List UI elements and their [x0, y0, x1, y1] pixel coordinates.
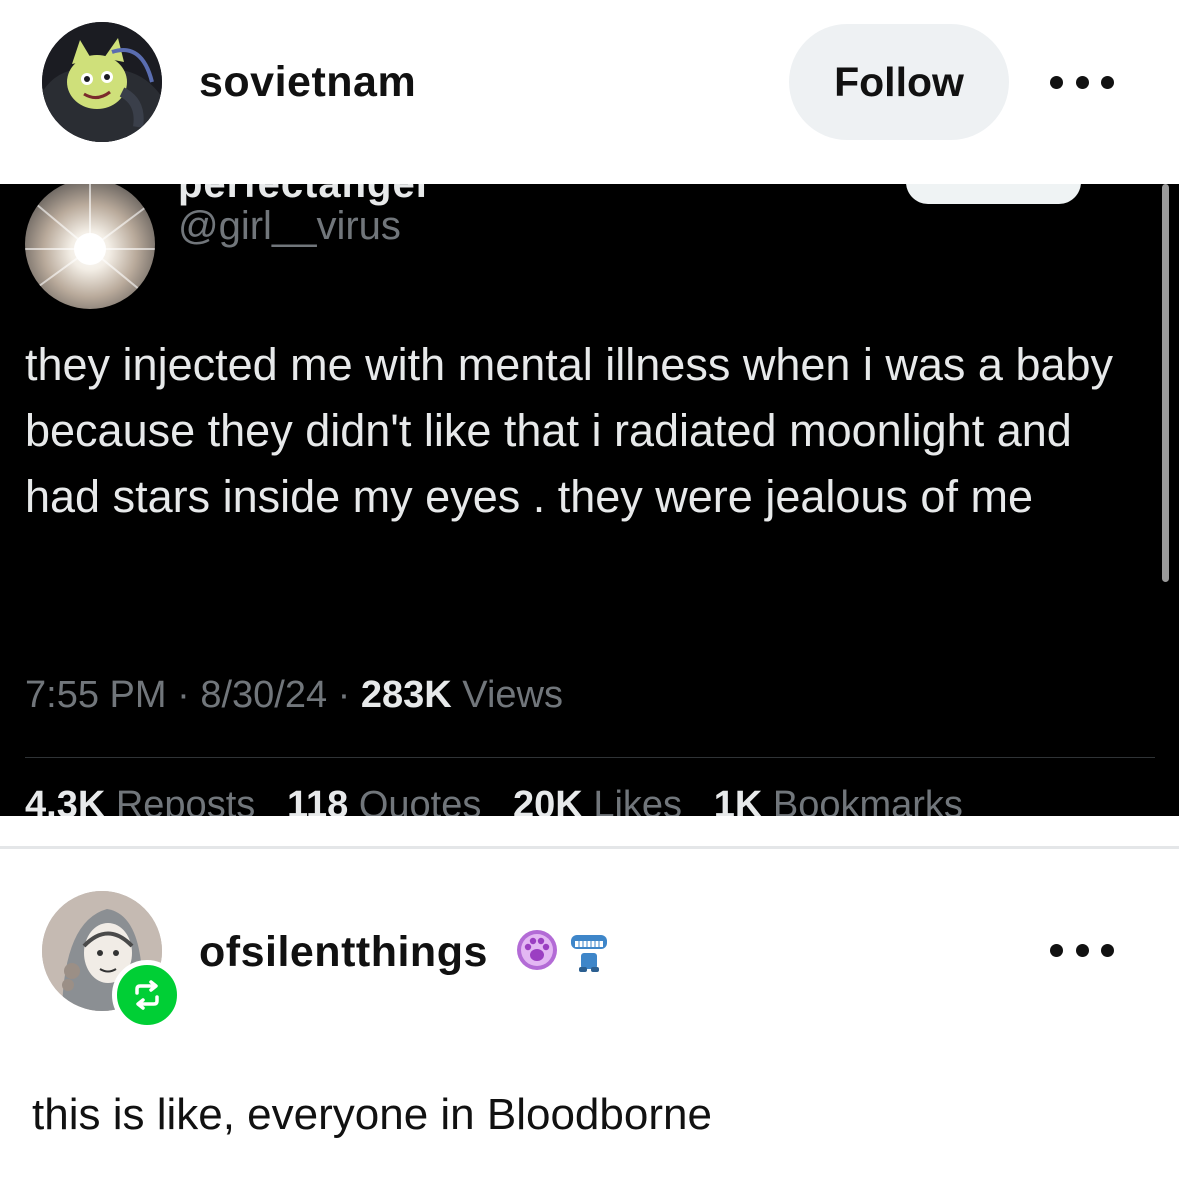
tweet-follow-pill: [906, 184, 1081, 204]
more-dots-icon: [1101, 75, 1114, 89]
tweet-handle: @girl__virus: [178, 204, 401, 248]
paw-badge-icon[interactable]: [515, 928, 559, 972]
avatar[interactable]: [42, 22, 162, 142]
more-dots-icon: [1050, 75, 1063, 89]
reblog-more-options-button[interactable]: [1050, 930, 1114, 970]
post-header: sovietnam Follow: [0, 0, 1179, 184]
reblog-badge: [112, 960, 182, 1030]
tweet-likes-count: 20K: [513, 784, 583, 816]
more-dots-icon: [1075, 943, 1089, 957]
reblog-icon: [135, 980, 159, 1010]
tweet-divider: [25, 757, 1155, 758]
tweet-text: they injected me with mental illness whe…: [25, 339, 1114, 522]
tweet-scrollbar: [1162, 184, 1169, 582]
tweet-views-count: 283K: [360, 674, 452, 716]
tweet-screenshot: perfectangel @girl__virus they injected …: [0, 184, 1179, 816]
more-dots-icon: [1050, 943, 1063, 957]
follow-button[interactable]: Follow: [789, 24, 1009, 140]
tweet-reposts-label: Reposts: [115, 784, 256, 816]
section-divider: [0, 846, 1179, 849]
tweet-stats: 4.3K Reposts 118 Quotes 20K Likes 1K Boo…: [25, 784, 963, 816]
tweet-bookmarks-count: 1K: [713, 784, 763, 816]
tweet-meta: 7:55 PM · 8/30/24 · 283K Views: [25, 674, 563, 716]
reblog-username[interactable]: ofsilentthings: [199, 928, 488, 977]
tweet-views-label: Views: [462, 674, 563, 716]
tweet-time: 7:55 PM: [25, 674, 167, 716]
tweet-date: 8/30/24: [200, 674, 328, 716]
post-username[interactable]: sovietnam: [199, 58, 416, 107]
cartoon-avatar-icon: [42, 22, 162, 142]
tweet-likes-label: Likes: [593, 784, 683, 816]
more-dots-icon: [1101, 943, 1114, 957]
tweet-reposts-count: 4.3K: [25, 784, 106, 816]
dentures-badge-icon[interactable]: [565, 927, 613, 975]
more-dots-icon: [1075, 75, 1089, 89]
tweet-quotes-label: Quotes: [358, 784, 482, 816]
starburst-avatar-icon: [25, 184, 155, 295]
tweet-quotes-count: 118: [286, 784, 349, 816]
reblog-text: this is like, everyone in Bloodborne: [32, 1090, 712, 1139]
tweet-bookmarks-label: Bookmarks: [772, 784, 963, 816]
tweet-avatar: [25, 184, 155, 309]
more-options-button[interactable]: [1050, 62, 1114, 102]
